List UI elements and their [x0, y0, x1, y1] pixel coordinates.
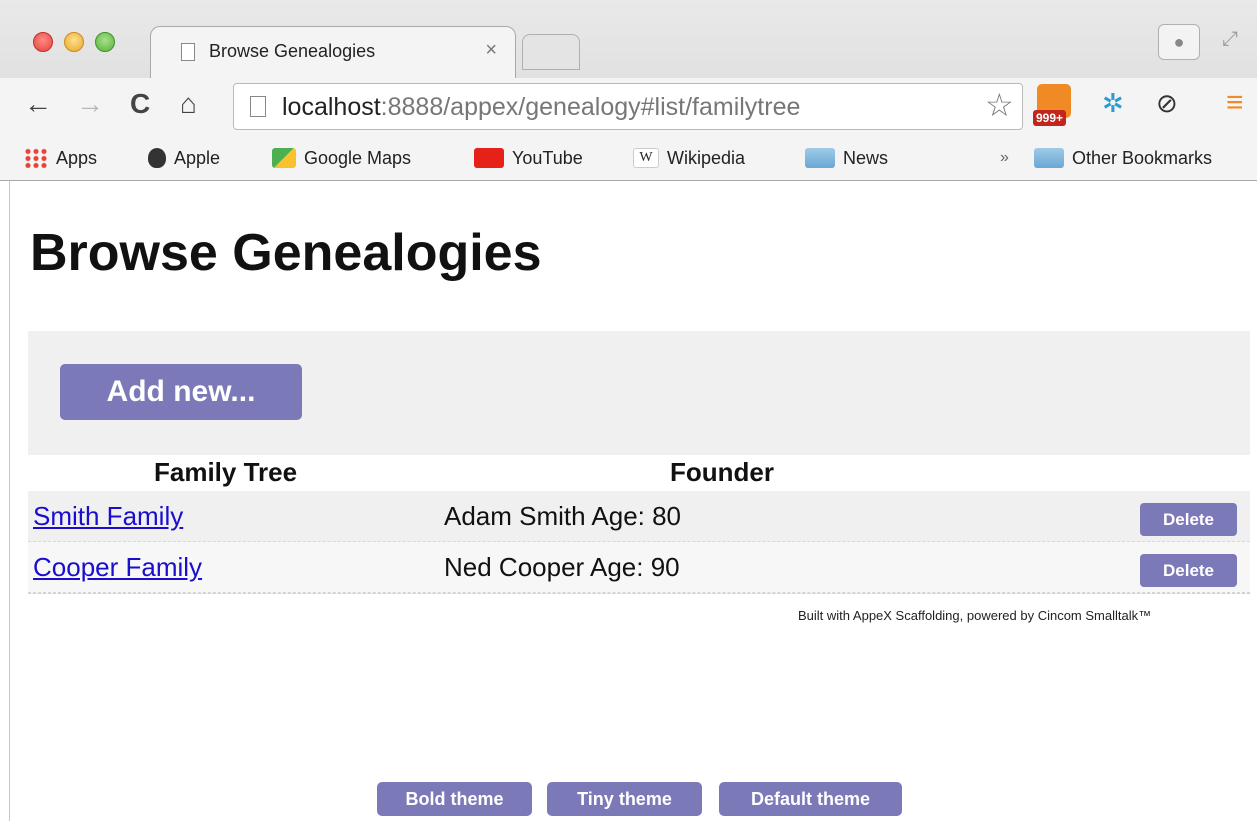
minimize-window-button[interactable] — [64, 32, 84, 52]
bookmark-other-bookmarks[interactable]: Other Bookmarks — [1034, 145, 1212, 171]
bookmark-wikipedia[interactable]: W Wikipedia — [633, 145, 745, 171]
bookmark-youtube[interactable]: YouTube — [474, 145, 583, 171]
fullscreen-icon[interactable]: ⤢ — [1222, 28, 1238, 51]
default-theme-button[interactable]: Default theme — [719, 782, 902, 816]
folder-icon — [805, 148, 835, 168]
bookmark-google-maps[interactable]: Google Maps — [272, 145, 411, 171]
browser-toolbar: ← → C ⌂ localhost:8888/appex/genealogy#l… — [0, 78, 1257, 136]
page-icon — [181, 43, 195, 61]
table-header: Family Tree Founder — [28, 455, 1250, 491]
list-panel: Add new... Family Tree Founder Smith Fam… — [28, 331, 1250, 594]
wikipedia-icon: W — [633, 148, 659, 168]
column-header-founder: Founder — [670, 457, 774, 487]
delete-button[interactable]: Delete — [1140, 503, 1237, 536]
reload-icon[interactable]: C — [130, 88, 150, 120]
tab-title: Browse Genealogies — [209, 41, 376, 61]
browser-tab[interactable]: Browse Genealogies × — [150, 26, 516, 78]
bold-theme-button[interactable]: Bold theme — [377, 782, 532, 816]
profile-icon[interactable]: ● — [1158, 24, 1200, 60]
table-row: Smith Family Adam Smith Age: 80 Delete — [28, 491, 1250, 542]
tiny-theme-button[interactable]: Tiny theme — [547, 782, 702, 816]
youtube-icon — [474, 148, 504, 168]
family-link[interactable]: Smith Family — [33, 501, 183, 532]
tab-close-icon[interactable]: × — [485, 39, 497, 62]
page-icon — [250, 96, 266, 117]
apps-grid-icon — [24, 148, 48, 168]
menu-icon[interactable]: ≡ — [1226, 86, 1244, 120]
family-link[interactable]: Cooper Family — [33, 552, 202, 583]
forward-arrow-icon[interactable]: → — [76, 88, 104, 120]
browser-chrome: Browse Genealogies × ● ⤢ ← → C ⌂ localho… — [0, 0, 1257, 181]
block-icon[interactable]: ⊘ — [1156, 88, 1178, 119]
founder-cell: Ned Cooper Age: 90 — [444, 552, 680, 582]
rss-badge: 999+ — [1033, 110, 1067, 126]
page-title: Browse Genealogies — [30, 224, 542, 282]
table-row: Cooper Family Ned Cooper Age: 90 Delete — [28, 542, 1250, 593]
rss-icon[interactable]: 999+ — [1033, 84, 1083, 130]
founder-cell: Adam Smith Age: 80 — [444, 501, 682, 531]
apple-icon — [148, 148, 166, 168]
window-edge — [9, 181, 10, 821]
url-text[interactable]: localhost:8888/appex/genealogy#list/fami… — [282, 93, 800, 122]
bookmark-apps[interactable]: Apps — [24, 145, 97, 171]
maps-icon — [272, 148, 296, 168]
bookmark-news[interactable]: News — [805, 145, 888, 171]
close-window-button[interactable] — [33, 32, 53, 52]
address-bar[interactable]: localhost:8888/appex/genealogy#list/fami… — [233, 83, 1023, 130]
zoom-window-button[interactable] — [95, 32, 115, 52]
family-tree-table: Family Tree Founder Smith Family Adam Sm… — [28, 455, 1250, 593]
new-tab-button[interactable] — [522, 34, 580, 70]
extension-icon[interactable]: ✲ — [1102, 88, 1124, 119]
column-header-family-tree: Family Tree — [154, 457, 298, 487]
add-new-button[interactable]: Add new... — [60, 364, 302, 420]
footer-credit: Built with AppeX Scaffolding, powered by… — [798, 608, 1152, 623]
back-arrow-icon[interactable]: ← — [24, 88, 52, 120]
bookmarks-bar: Apps Apple Google Maps YouTube W Wikipedi… — [0, 136, 1257, 180]
bookmarks-overflow-button[interactable]: » — [1000, 145, 1009, 171]
star-icon[interactable]: ☆ — [985, 86, 1014, 124]
folder-icon — [1034, 148, 1064, 168]
home-icon[interactable]: ⌂ — [180, 88, 197, 120]
delete-button[interactable]: Delete — [1140, 554, 1237, 587]
bookmark-apple[interactable]: Apple — [148, 145, 220, 171]
